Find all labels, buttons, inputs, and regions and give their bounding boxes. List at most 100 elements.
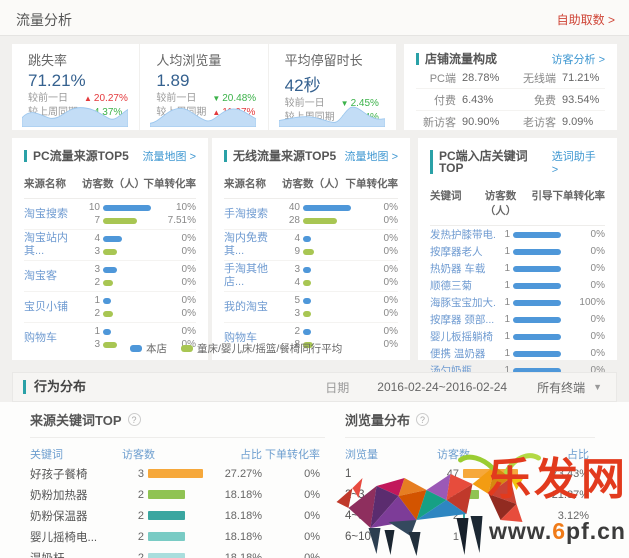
date-range-picker[interactable]: 2016-02-24~2016-02-24 xyxy=(377,380,507,394)
conversion-value: 0% xyxy=(356,339,398,350)
table-row: 6~101 xyxy=(345,526,595,547)
visitor-count: 1 xyxy=(82,295,100,306)
bar-zone xyxy=(463,511,525,520)
help-icon[interactable]: ? xyxy=(128,413,141,426)
pageview-distribution-table: 浏览量分布 ? 浏览量访客数占比14773.43%2~31421.87%4~52… xyxy=(345,410,595,547)
source-metric-line: 30% xyxy=(82,263,196,276)
source-metric-line: 40% xyxy=(282,276,398,289)
conversion-value: 0% xyxy=(565,331,605,342)
conversion-value: 0% xyxy=(154,246,196,257)
share-bar xyxy=(148,511,185,520)
source-metric-line: 30% xyxy=(282,263,398,276)
visitor-count: 14 xyxy=(437,489,459,501)
composition-row: 付费6.43%免费93.54% xyxy=(416,88,605,110)
traffic-map-link[interactable]: 流量地图 > xyxy=(143,148,196,164)
visitor-count: 3 xyxy=(82,246,100,257)
pageview-range-label: 4~5 xyxy=(345,510,437,522)
keyword-link[interactable]: 顺德三菊 xyxy=(430,278,496,293)
table-body: 关键词访客数占比下单转化率好孩子餐椅327.27%0%奶粉加热器218.18%0… xyxy=(30,445,325,558)
source-lines: 40%30% xyxy=(82,232,196,258)
conversion-value: 0% xyxy=(356,308,398,319)
page-header: 流量分析 自助取数 > xyxy=(0,0,629,36)
visitor-count: 1 xyxy=(82,326,100,337)
peer-legend-label: 童床/婴儿床/摇篮/餐椅同行平均 xyxy=(197,341,342,356)
help-icon[interactable]: ? xyxy=(416,413,429,426)
source-name-link[interactable]: 淘内免费其... xyxy=(224,232,282,258)
keyword-row: 发热护膝带电...10% xyxy=(430,226,605,243)
source-metric-line: 10% xyxy=(82,294,196,307)
conversion-value: 0% xyxy=(565,314,605,325)
keyword-link[interactable]: 婴儿板摇躺椅 xyxy=(430,329,496,344)
share-value: 73.43% xyxy=(525,468,589,480)
composition-metric-label: 付费 xyxy=(416,92,456,108)
peer-average-bar xyxy=(103,280,113,286)
pageview-range-label: 1 xyxy=(345,468,437,480)
keyword-row: 按摩器老人10% xyxy=(430,243,605,260)
visitor-count: 40 xyxy=(282,202,300,213)
source-name-link[interactable]: 宝贝小铺 xyxy=(24,301,82,314)
panel-title: PC端入店关键词TOP xyxy=(430,150,552,174)
source-name-link[interactable]: 淘宝搜索 xyxy=(24,208,82,221)
stat-label: 跳失率 xyxy=(28,50,131,69)
shop-bar xyxy=(513,266,561,272)
visitor-analysis-link[interactable]: 访客分析 > xyxy=(552,51,605,67)
table-column-headers: 来源名称访客数（人）下单转化率 xyxy=(24,176,196,199)
terminal-dropdown[interactable]: 所有终端 ▼ xyxy=(537,379,602,396)
bar-zone xyxy=(148,490,210,499)
visitor-count: 1 xyxy=(496,348,510,359)
keyword-link[interactable]: 按摩器 颈部... xyxy=(430,312,496,327)
conversion-value: 7.51% xyxy=(154,215,196,226)
traffic-composition-panel: 店铺流量构成 访客分析 > PC端28.78%无线端71.21%付费6.43%免… xyxy=(404,44,617,130)
traffic-map-link[interactable]: 流量地图 > xyxy=(345,148,398,164)
self-service-data-link[interactable]: 自助取数 > xyxy=(557,11,615,28)
share-bar xyxy=(148,469,203,478)
conversion-value: 0% xyxy=(356,233,398,244)
keyword-link[interactable]: 便携 温奶器 xyxy=(430,346,496,361)
column-header: 占比 xyxy=(210,446,262,462)
visitor-count: 3 xyxy=(282,264,300,275)
visitor-count: 4 xyxy=(82,233,100,244)
composition-metric-label: PC端 xyxy=(416,70,456,86)
source-name-link[interactable]: 淘宝客 xyxy=(24,270,82,283)
trend-arrow-icon: ▼ xyxy=(212,94,220,103)
source-name-link[interactable]: 我的淘宝 xyxy=(224,301,282,314)
stat-cards-panel: 跳失率 71.21% 较前一日 ▲20.27% 较上周同期 ▼4.37% 人均浏… xyxy=(12,44,396,130)
source-row-group: 我的淘宝50%30% xyxy=(224,292,398,323)
shop-legend-label: 本店 xyxy=(146,341,167,356)
source-metric-line: 10% xyxy=(82,325,196,338)
source-keyword-label: 温奶杆 xyxy=(30,550,122,558)
word-picker-link[interactable]: 选词助手 > xyxy=(552,148,605,176)
keyword-link[interactable]: 按摩器老人 xyxy=(430,244,496,259)
table-row: 14773.43% xyxy=(345,463,595,484)
conversion-value: 0% xyxy=(262,510,320,522)
visitor-count: 3 xyxy=(82,264,100,275)
bar-zone xyxy=(148,532,210,541)
source-row-group: 淘宝客30%20% xyxy=(24,261,196,292)
column-header-conversion: 下单转化率 xyxy=(342,176,398,191)
panel-header: PC端入店关键词TOP 选词助手 > xyxy=(430,148,605,176)
source-name-link[interactable]: 手淘搜索 xyxy=(224,208,282,221)
table-column-headers: 来源名称访客数（人）下单转化率 xyxy=(224,176,398,199)
keyword-link[interactable]: 热奶器 车载 xyxy=(430,261,496,276)
composition-metric-value: 6.43% xyxy=(462,94,508,106)
visitor-count: 2 xyxy=(82,277,100,288)
conversion-value: 0% xyxy=(262,489,320,501)
conversion-value: 0% xyxy=(356,246,398,257)
source-metric-line: 90% xyxy=(282,245,398,258)
source-row-group: 淘宝站内其...40%30% xyxy=(24,230,196,261)
shop-bar xyxy=(103,329,111,335)
source-name-link[interactable]: 购物车 xyxy=(24,332,82,345)
source-name-link[interactable]: 淘宝站内其... xyxy=(24,232,82,258)
shop-bar xyxy=(103,267,117,273)
source-keywords-table: 来源关键词TOP ? 关键词访客数占比下单转化率好孩子餐椅327.27%0%奶粉… xyxy=(30,410,325,558)
source-lines: 30%40% xyxy=(282,263,398,289)
keyword-link[interactable]: 海豚宝宝加大... xyxy=(430,295,496,310)
share-bar xyxy=(148,553,185,558)
keyword-link[interactable]: 发热护膝带电... xyxy=(430,227,496,242)
share-bar xyxy=(148,532,185,541)
source-metric-line: 20% xyxy=(282,325,398,338)
composition-metric-value: 28.78% xyxy=(462,72,508,84)
shop-bar xyxy=(513,334,561,340)
source-name-link[interactable]: 手淘其他店... xyxy=(224,263,282,289)
column-header-visitors: 访客数（人） xyxy=(82,176,140,191)
